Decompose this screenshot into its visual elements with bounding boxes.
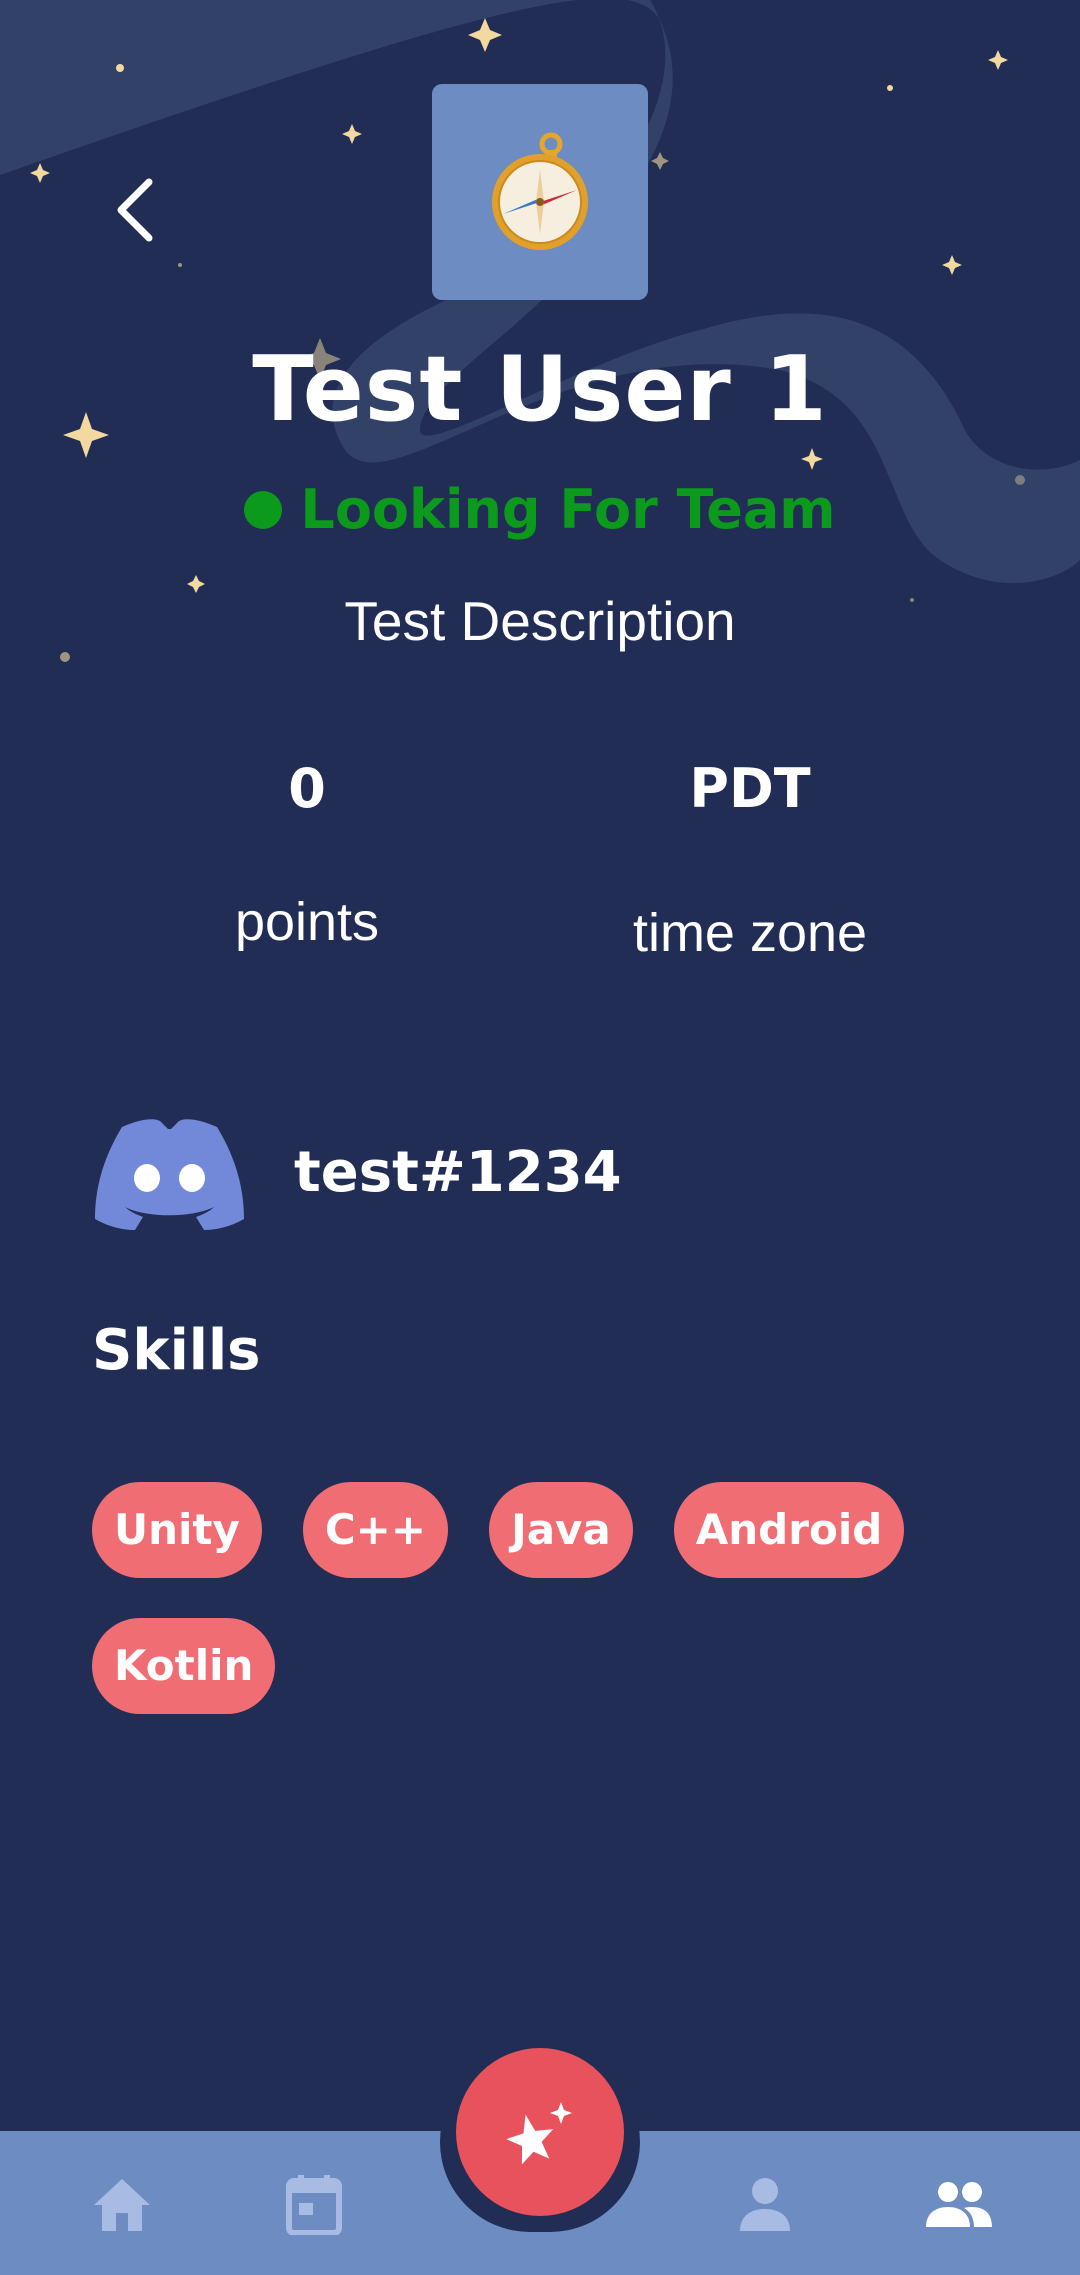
timezone-stat: PDT time zone [580,756,920,966]
discord-icon [95,1119,244,1230]
timezone-value: PDT [689,757,811,820]
skill-chip: C++ [302,1482,449,1578]
user-description: Test Description [344,590,736,652]
sparkle-fab-button[interactable] [456,2048,624,2216]
user-name: Test User 1 [252,337,828,442]
nav-events[interactable] [269,2160,359,2250]
skills-list: Unity C++ Java Android Kotlin [92,1482,992,1714]
skill-chip: Java [489,1482,633,1578]
nav-home[interactable] [77,2160,167,2250]
points-value: 0 [288,757,326,820]
skill-chip: Kotlin [92,1618,276,1714]
points-stat: 0 points [137,756,477,955]
nav-teams[interactable] [914,2160,1004,2250]
home-icon [94,2179,150,2231]
sparkle-star-icon [506,2102,572,2164]
person-icon [740,2178,790,2231]
status-dot [244,491,283,529]
team-status: Looking For Team [0,478,1080,542]
discord-username: test#1234 [294,1139,622,1205]
skill-chip: Unity [92,1482,262,1578]
calendar-icon [286,2175,342,2235]
chevron-left-icon [117,178,153,242]
skill-chip: Android [673,1482,905,1578]
back-button[interactable] [100,170,170,250]
avatar [432,84,648,300]
compass-icon [492,132,588,250]
points-label: points [234,892,380,952]
nav-profile[interactable] [720,2160,810,2250]
status-label: Looking For Team [300,478,836,541]
skills-heading: Skills [92,1318,261,1383]
timezone-label: time zone [632,903,868,963]
discord-row: test#1234 [92,1115,622,1230]
group-icon [926,2182,992,2227]
